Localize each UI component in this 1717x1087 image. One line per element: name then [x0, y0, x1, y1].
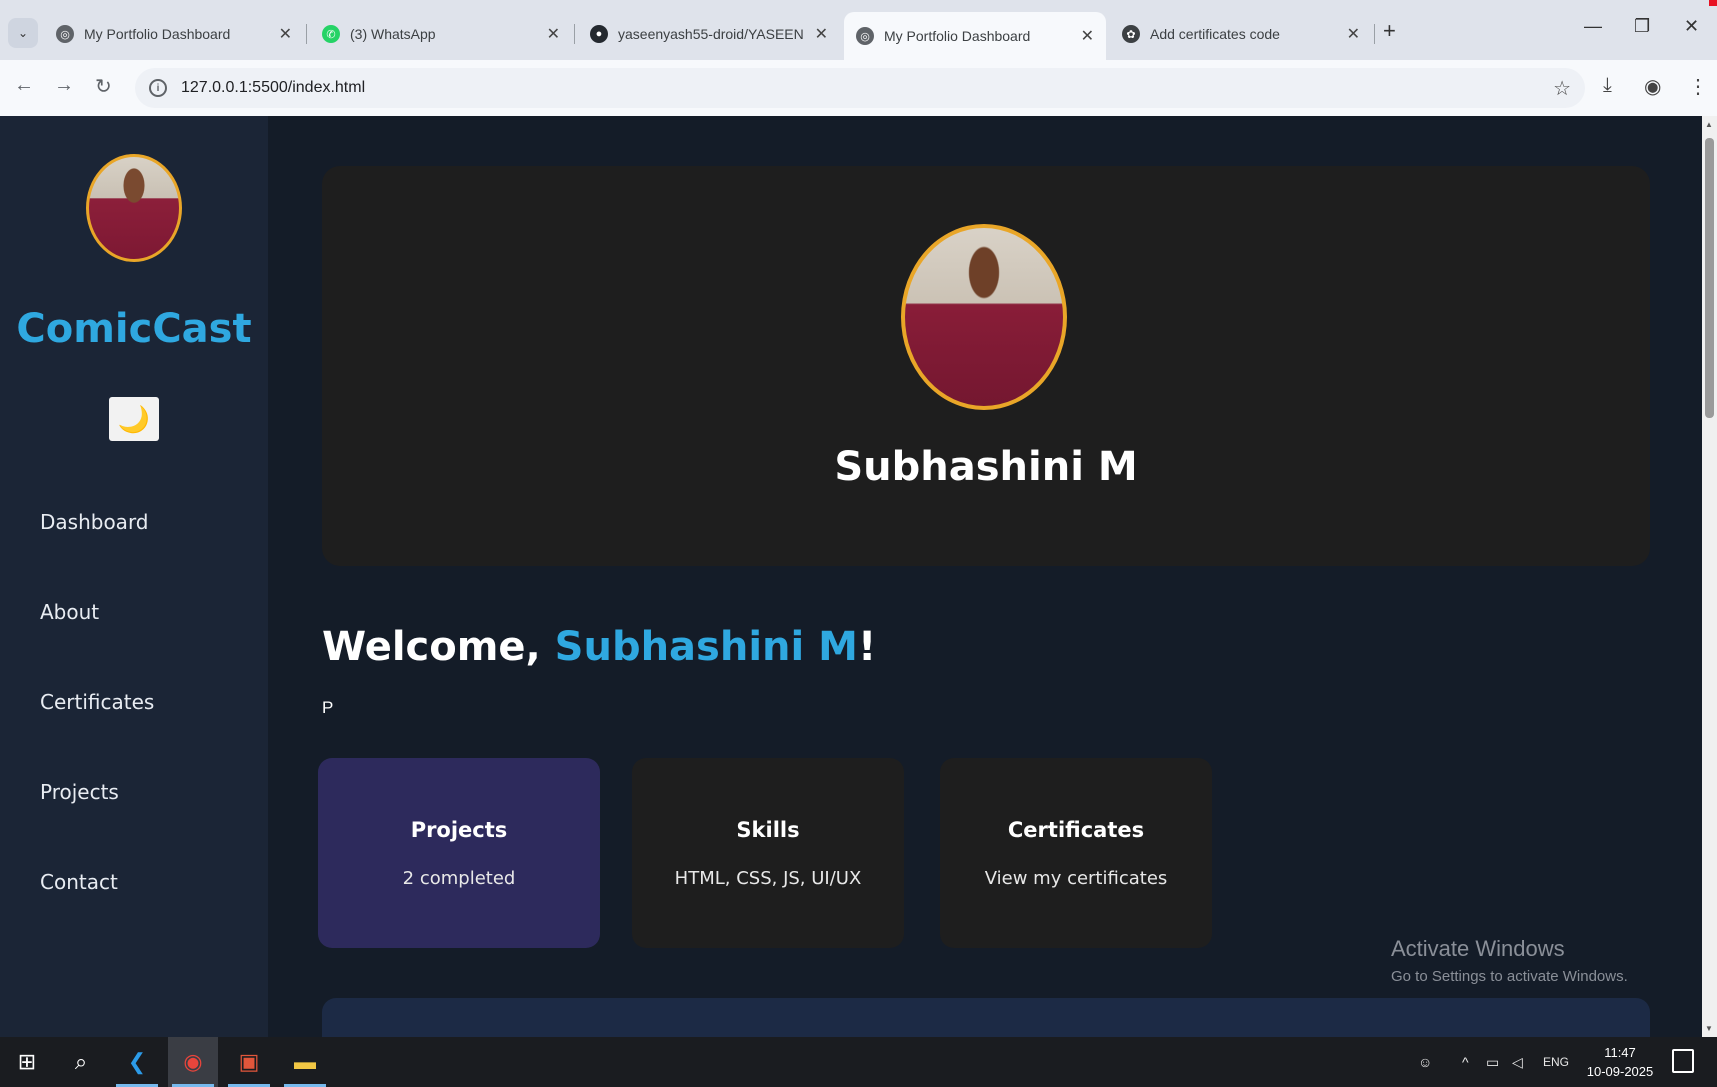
file-explorer-icon[interactable]: ▬ [280, 1037, 330, 1087]
tab-portfolio-active[interactable]: ◎ My Portfolio Dashboard ✕ [844, 12, 1106, 60]
windows-taskbar: ⊞ ⌕ ❮ ◉ ▣ ▬ ☺ ^ ▭ ◁ ENG 11:47 10-09-2025 [0, 1037, 1717, 1087]
search-icon[interactable]: ⌕ [56, 1037, 106, 1087]
github-icon: ● [590, 25, 608, 43]
page-viewport: ComicCast 🌙 Dashboard About Certificates… [0, 116, 1702, 1037]
forward-arrow-icon[interactable]: → [54, 74, 74, 97]
globe-icon: ◎ [856, 27, 874, 45]
scrollbar-thumb[interactable] [1705, 138, 1714, 418]
menu-dots-icon[interactable]: ⋮ [1688, 74, 1708, 99]
sidebar: ComicCast 🌙 Dashboard About Certificates… [0, 116, 268, 1037]
tab-title: yaseenyash55-droid/YASEEN-TI [618, 26, 803, 42]
volume-icon[interactable]: ◁ [1512, 1037, 1523, 1087]
tray-chevron-up-icon[interactable]: ^ [1462, 1037, 1469, 1087]
restore-button[interactable]: ❐ [1634, 16, 1650, 37]
profile-name: Subhashini M [834, 444, 1138, 490]
back-arrow-icon[interactable]: ← [14, 74, 34, 97]
card-title: Skills [736, 817, 800, 842]
tab-separator [306, 24, 307, 44]
projects-card[interactable]: Projects 2 completed [318, 758, 600, 948]
language-indicator[interactable]: ENG [1543, 1037, 1569, 1087]
close-icon[interactable]: ✕ [279, 24, 292, 44]
globe-icon: ◎ [56, 25, 74, 43]
close-icon[interactable]: ✕ [1081, 26, 1094, 46]
address-toolbar: ← → ↻ i 127.0.0.1:5500/index.html ☆ ⤓ ◉ … [0, 60, 1717, 116]
tab-title: (3) WhatsApp [350, 26, 436, 42]
certificates-card[interactable]: Certificates View my certificates [940, 758, 1212, 948]
download-icon[interactable]: ⤓ [1603, 74, 1612, 97]
bookmark-star-icon[interactable]: ☆ [1553, 76, 1571, 101]
sidebar-item-contact[interactable]: Contact [40, 870, 118, 894]
vscode-icon[interactable]: ❮ [112, 1037, 162, 1087]
profile-icon[interactable]: ◉ [1644, 74, 1661, 99]
tab-title: My Portfolio Dashboard [84, 26, 231, 42]
browser-tab-bar: ⌄ ◎ My Portfolio Dashboard ✕ ✆ (3) Whats… [0, 0, 1717, 60]
welcome-suffix: ! [857, 624, 877, 670]
tab-whatsapp[interactable]: ✆ (3) WhatsApp ✕ [310, 12, 572, 56]
tab-title: Add certificates code [1150, 26, 1280, 42]
url-text: 127.0.0.1:5500/index.html [181, 79, 366, 96]
welcome-heading: Welcome, Subhashini M! [322, 624, 876, 670]
openai-icon: ✿ [1122, 25, 1140, 43]
profile-hero-card: Subhashini M [322, 166, 1650, 566]
moon-icon: 🌙 [117, 403, 151, 434]
welcome-name: Subhashini M [554, 624, 858, 670]
theme-toggle-button[interactable]: 🌙 [109, 397, 159, 441]
tab-title: My Portfolio Dashboard [884, 28, 1031, 44]
watermark-title: Activate Windows [1391, 936, 1565, 961]
tab-portfolio-1[interactable]: ◎ My Portfolio Dashboard ✕ [44, 12, 304, 56]
profile-avatar [901, 224, 1067, 410]
clock-time: 11:47 [1604, 1045, 1636, 1060]
clock-date: 10-09-2025 [1586, 1064, 1654, 1079]
notification-icon[interactable] [1672, 1049, 1694, 1073]
welcome-paragraph: P [322, 698, 334, 717]
watermark-subtitle: Go to Settings to activate Windows. [1391, 968, 1628, 985]
people-icon[interactable]: ☺ [1418, 1037, 1432, 1087]
card-subtitle: View my certificates [984, 867, 1168, 889]
window-accent [1709, 0, 1717, 6]
card-title: Projects [410, 817, 508, 842]
close-icon[interactable]: ✕ [1347, 24, 1360, 44]
close-icon[interactable]: ✕ [815, 24, 828, 44]
network-icon[interactable]: ▭ [1486, 1037, 1499, 1087]
minimize-button[interactable]: — [1584, 16, 1602, 37]
page-scrollbar[interactable]: ▲ ▼ [1702, 116, 1717, 1037]
close-icon[interactable]: ✕ [547, 24, 560, 44]
whatsapp-icon: ✆ [322, 25, 340, 43]
welcome-prefix: Welcome, [322, 624, 555, 670]
windows-start-icon[interactable]: ⊞ [2, 1037, 52, 1087]
site-info-icon[interactable]: i [149, 79, 167, 97]
card-title: Certificates [1007, 817, 1145, 842]
tab-separator [574, 24, 575, 44]
url-bar[interactable]: i 127.0.0.1:5500/index.html ☆ [135, 68, 1585, 108]
powerpoint-icon[interactable]: ▣ [224, 1037, 274, 1087]
sidebar-avatar [86, 154, 182, 262]
tab-chatgpt[interactable]: ✿ Add certificates code ✕ [1110, 12, 1372, 56]
tab-separator [1374, 24, 1375, 44]
new-tab-button[interactable]: + [1383, 18, 1396, 44]
skills-card[interactable]: Skills HTML, CSS, JS, UI/UX [632, 758, 904, 948]
card-subtitle: HTML, CSS, JS, UI/UX [674, 867, 862, 889]
next-section-panel [322, 998, 1650, 1037]
sidebar-item-projects[interactable]: Projects [40, 780, 119, 804]
activate-windows-watermark: Activate Windows Go to Settings to activ… [1391, 936, 1628, 985]
sidebar-item-dashboard[interactable]: Dashboard [40, 510, 149, 534]
tab-github[interactable]: ● yaseenyash55-droid/YASEEN-TI ✕ [578, 12, 840, 56]
sidebar-item-certificates[interactable]: Certificates [40, 690, 154, 714]
tab-search-button[interactable]: ⌄ [8, 18, 38, 48]
close-window-button[interactable]: ✕ [1684, 16, 1699, 37]
system-clock[interactable]: 11:47 10-09-2025 [1582, 1043, 1658, 1081]
brand-logo[interactable]: ComicCast [0, 306, 268, 352]
chrome-icon[interactable]: ◉ [168, 1037, 218, 1087]
scroll-down-icon[interactable]: ▼ [1705, 1024, 1713, 1033]
chevron-down-icon: ⌄ [17, 26, 29, 40]
scroll-up-icon[interactable]: ▲ [1705, 120, 1713, 129]
sidebar-item-about[interactable]: About [40, 600, 99, 624]
reload-icon[interactable]: ↻ [95, 74, 112, 99]
card-subtitle: 2 completed [402, 867, 516, 889]
